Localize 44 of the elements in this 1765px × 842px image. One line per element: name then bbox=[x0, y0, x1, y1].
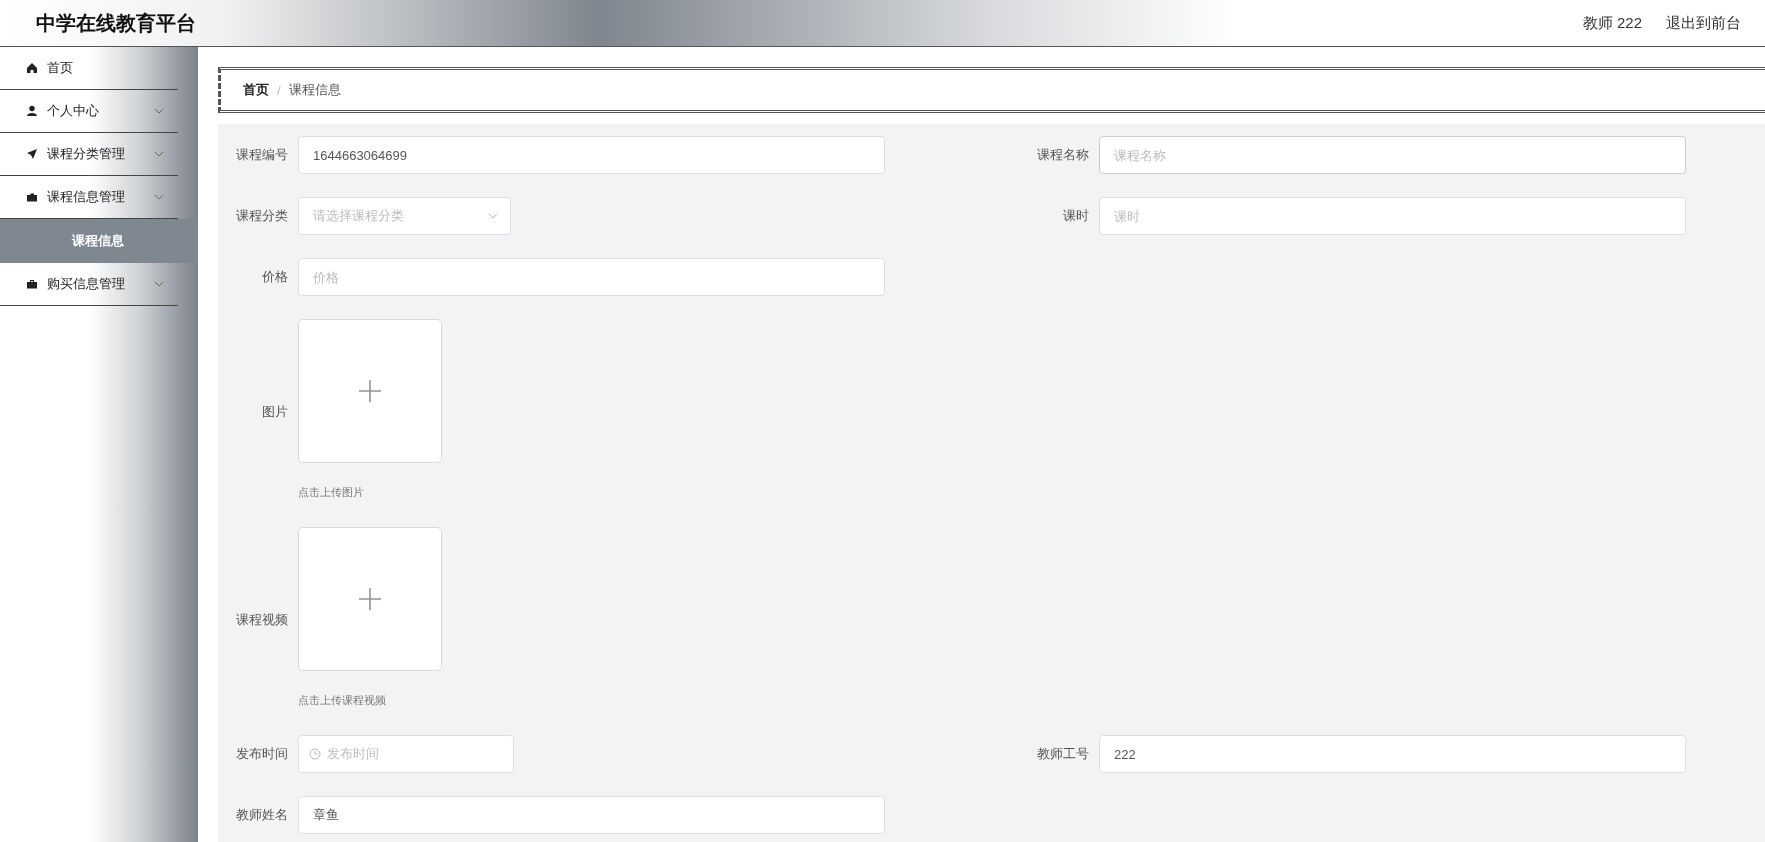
field-label: 课程名称 bbox=[1036, 146, 1090, 164]
menu-item[interactable]: 首页 bbox=[0, 47, 178, 90]
chevron-down-icon bbox=[154, 106, 164, 116]
plus-icon bbox=[358, 379, 382, 403]
field-label: 课时 bbox=[1062, 207, 1090, 225]
field-label: 图片 bbox=[261, 402, 289, 421]
briefcase-icon bbox=[26, 278, 38, 290]
breadcrumb-separator: / bbox=[277, 82, 281, 98]
input-field[interactable]: 222 bbox=[1099, 735, 1686, 773]
chevron-down-icon bbox=[154, 192, 164, 202]
logout-link[interactable]: 退出到前台 bbox=[1666, 13, 1741, 33]
home-icon bbox=[26, 62, 38, 74]
upload-hint: 点击上传课程视频 bbox=[298, 693, 387, 708]
input-field[interactable]: 价格 bbox=[298, 258, 885, 296]
paper-plane-icon bbox=[26, 148, 38, 160]
chevron-down-icon bbox=[154, 149, 164, 159]
field-label: 课程编号 bbox=[235, 146, 289, 164]
clock-icon bbox=[309, 748, 321, 760]
field-label: 发布时间 bbox=[235, 745, 289, 763]
input-field[interactable]: 章鱼 bbox=[298, 796, 885, 834]
upload-hint: 点击上传图片 bbox=[298, 485, 365, 500]
menu-item[interactable]: 个人中心 bbox=[0, 90, 178, 133]
breadcrumb-link[interactable]: 首页 bbox=[243, 81, 269, 99]
field-label: 教师姓名 bbox=[235, 806, 289, 824]
field-label: 课程分类 bbox=[235, 207, 289, 225]
user-icon bbox=[26, 105, 38, 117]
submenu-item[interactable]: 课程信息 bbox=[0, 219, 198, 263]
site-title: 中学在线教育平台 bbox=[36, 10, 196, 36]
upload-box[interactable] bbox=[298, 319, 442, 463]
menu-item[interactable]: 购买信息管理 bbox=[0, 263, 178, 306]
field-label: 课程视频 bbox=[235, 610, 289, 629]
upload-box[interactable] bbox=[298, 527, 442, 671]
chevron-down-icon bbox=[154, 279, 164, 289]
folder-icon bbox=[26, 191, 38, 203]
input-field[interactable]: 1644663064699 bbox=[298, 136, 885, 174]
input-field[interactable]: 课程名称 bbox=[1099, 136, 1686, 174]
field-label: 价格 bbox=[261, 268, 289, 286]
breadcrumb-link[interactable]: 课程信息 bbox=[288, 81, 341, 99]
menu-item[interactable]: 课程分类管理 bbox=[0, 133, 178, 176]
plus-icon bbox=[358, 587, 382, 611]
user-label: 教师 222 bbox=[1582, 13, 1642, 33]
field-label: 教师工号 bbox=[1036, 745, 1090, 763]
chevron-down-icon bbox=[488, 211, 498, 221]
input-field[interactable]: 课时 bbox=[1099, 197, 1686, 235]
